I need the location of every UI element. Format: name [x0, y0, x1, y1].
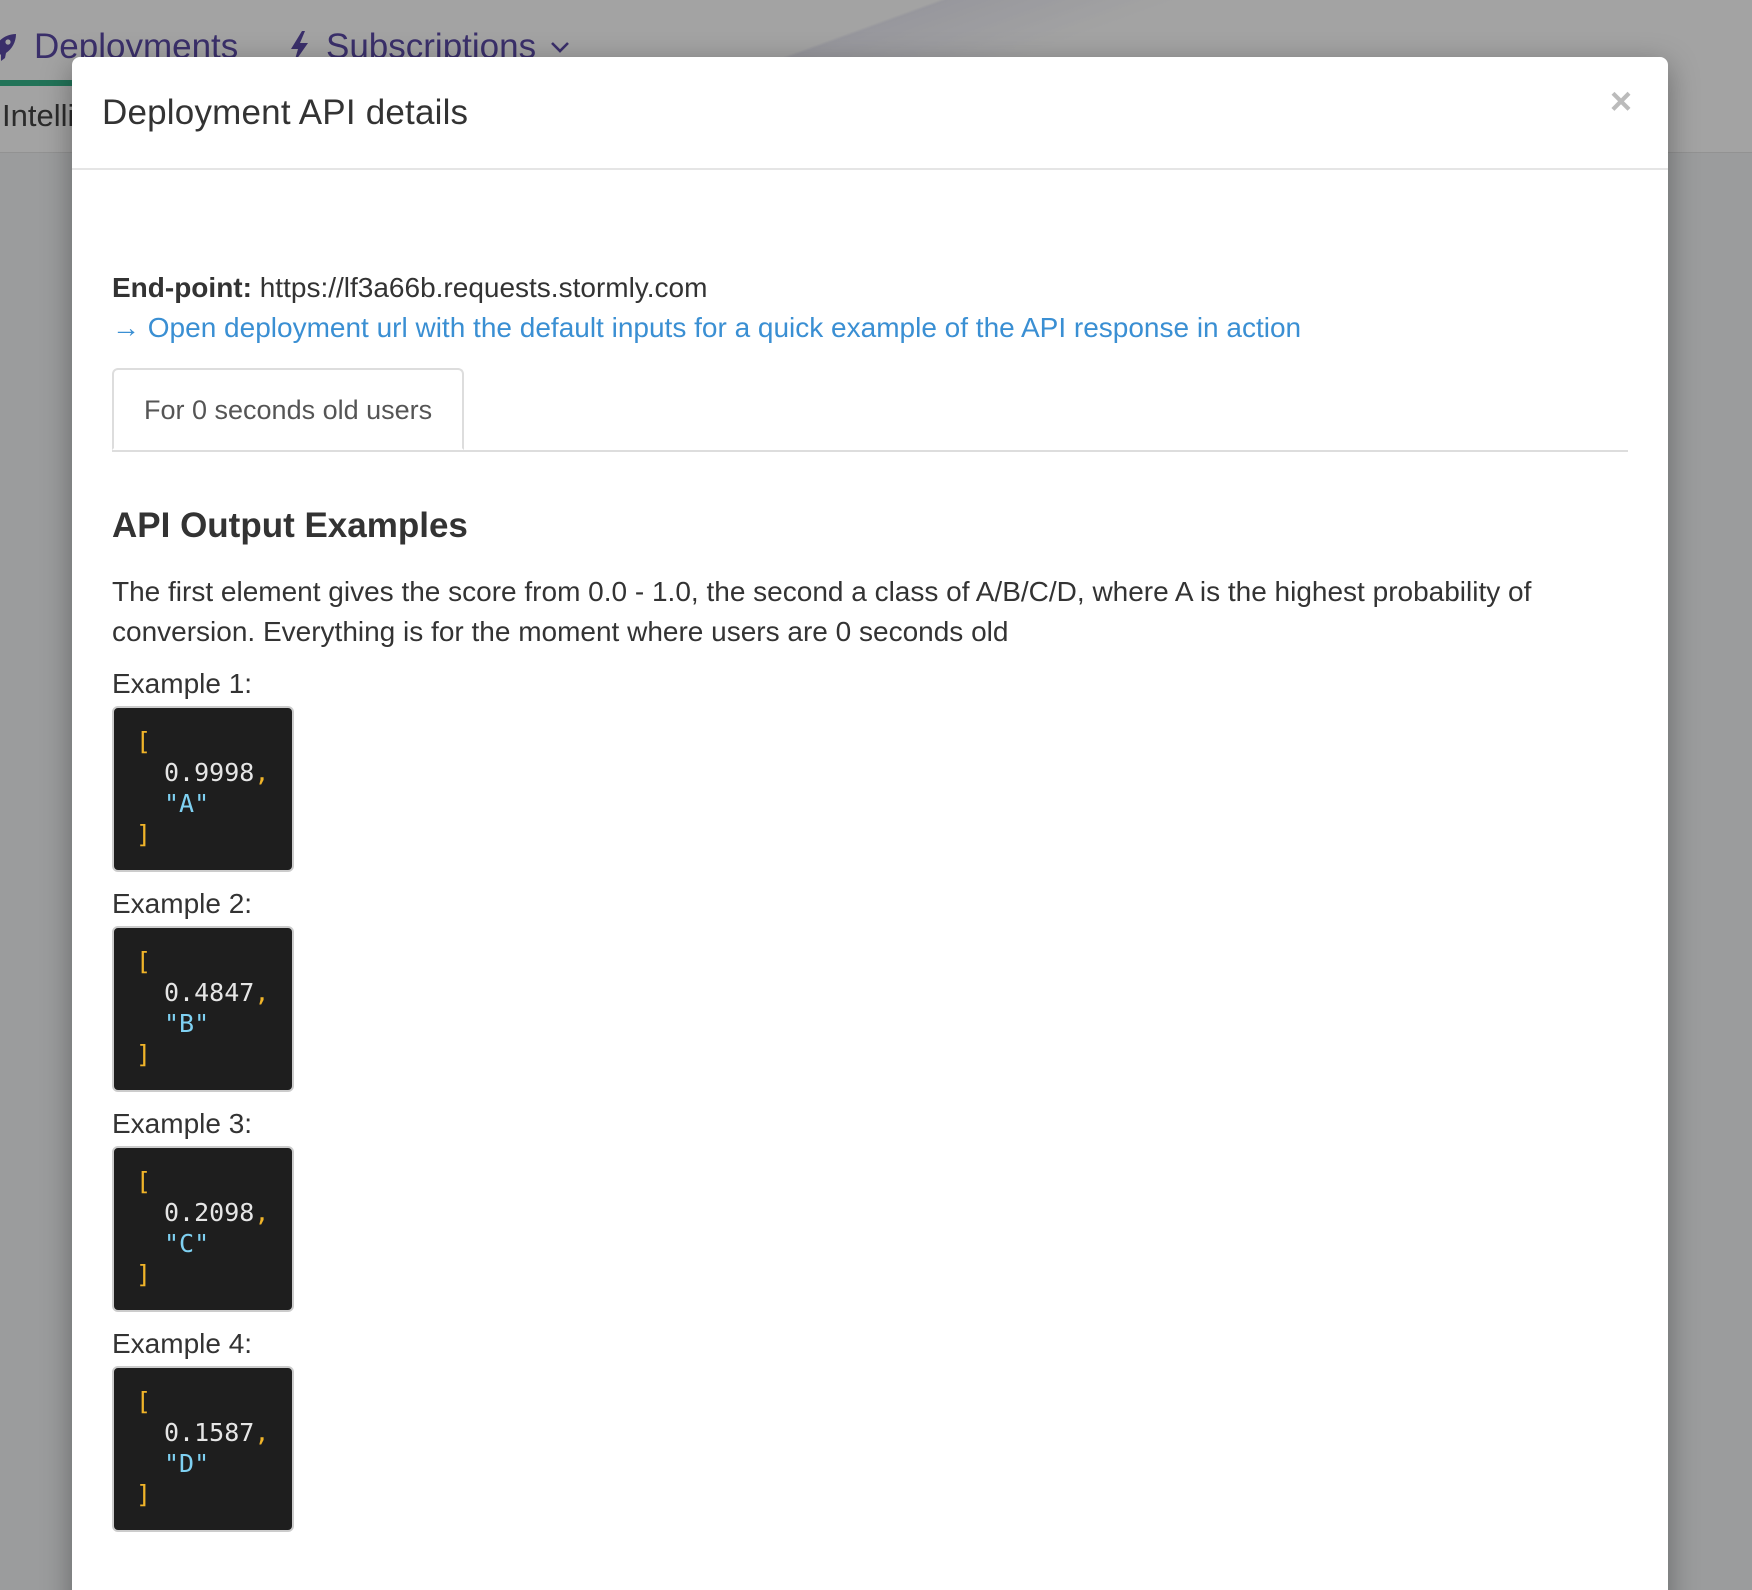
- endpoint-label: End-point:: [112, 272, 252, 303]
- code-class: "B": [164, 1009, 210, 1038]
- code-comma: ,: [254, 758, 270, 787]
- code-class: "C": [164, 1229, 210, 1258]
- code-close-bracket: ]: [136, 1480, 152, 1509]
- code-class: "D": [164, 1449, 210, 1478]
- example-label: Example 2:: [112, 888, 253, 919]
- modal-title: Deployment API details: [102, 93, 469, 132]
- code-close-bracket: ]: [136, 1260, 152, 1289]
- open-deployment-url-link[interactable]: → Open deployment url with the default i…: [112, 308, 1628, 348]
- code-open-bracket: [: [136, 1387, 152, 1416]
- code-class: "A": [164, 789, 210, 818]
- code-open-bracket: [: [136, 947, 152, 976]
- code-block: [ 0.1587, "D" ]: [112, 1366, 294, 1532]
- code-score: 0.1587: [164, 1418, 255, 1447]
- deployment-api-modal: Deployment API details × End-point: http…: [72, 57, 1668, 1590]
- code-open-bracket: [: [136, 727, 152, 756]
- endpoint-url: https://lf3a66b.requests.stormly.com: [259, 272, 708, 303]
- code-comma: ,: [254, 1418, 270, 1447]
- code-close-bracket: ]: [136, 1040, 152, 1069]
- code-score: 0.2098: [164, 1198, 255, 1227]
- example-label: Example 4:: [112, 1328, 253, 1359]
- code-block: [ 0.9998, "A" ]: [112, 706, 294, 872]
- code-score: 0.9998: [164, 758, 255, 787]
- modal-header: Deployment API details ×: [72, 57, 1668, 170]
- code-comma: ,: [254, 1198, 270, 1227]
- description-text: The first element gives the score from 0…: [112, 576, 1532, 647]
- modal-body: End-point: https://lf3a66b.requests.stor…: [112, 209, 1628, 1532]
- code-comma: ,: [254, 978, 270, 1007]
- code-open-bracket: [: [136, 1167, 152, 1196]
- code-block: [ 0.2098, "C" ]: [112, 1146, 294, 1312]
- code-block: [ 0.4847, "B" ]: [112, 926, 294, 1092]
- example-label: Example 3:: [112, 1108, 253, 1139]
- tab-0-seconds-old-users[interactable]: For 0 seconds old users: [112, 368, 465, 450]
- endpoint-line: End-point: https://lf3a66b.requests.stor…: [112, 268, 1628, 308]
- code-score: 0.4847: [164, 978, 255, 1007]
- example-label: Example 1:: [112, 668, 253, 699]
- section-title: API Output Examples: [112, 506, 468, 545]
- tab-bar: For 0 seconds old users: [112, 368, 1628, 452]
- code-close-bracket: ]: [136, 820, 152, 849]
- close-button[interactable]: ×: [1604, 83, 1638, 121]
